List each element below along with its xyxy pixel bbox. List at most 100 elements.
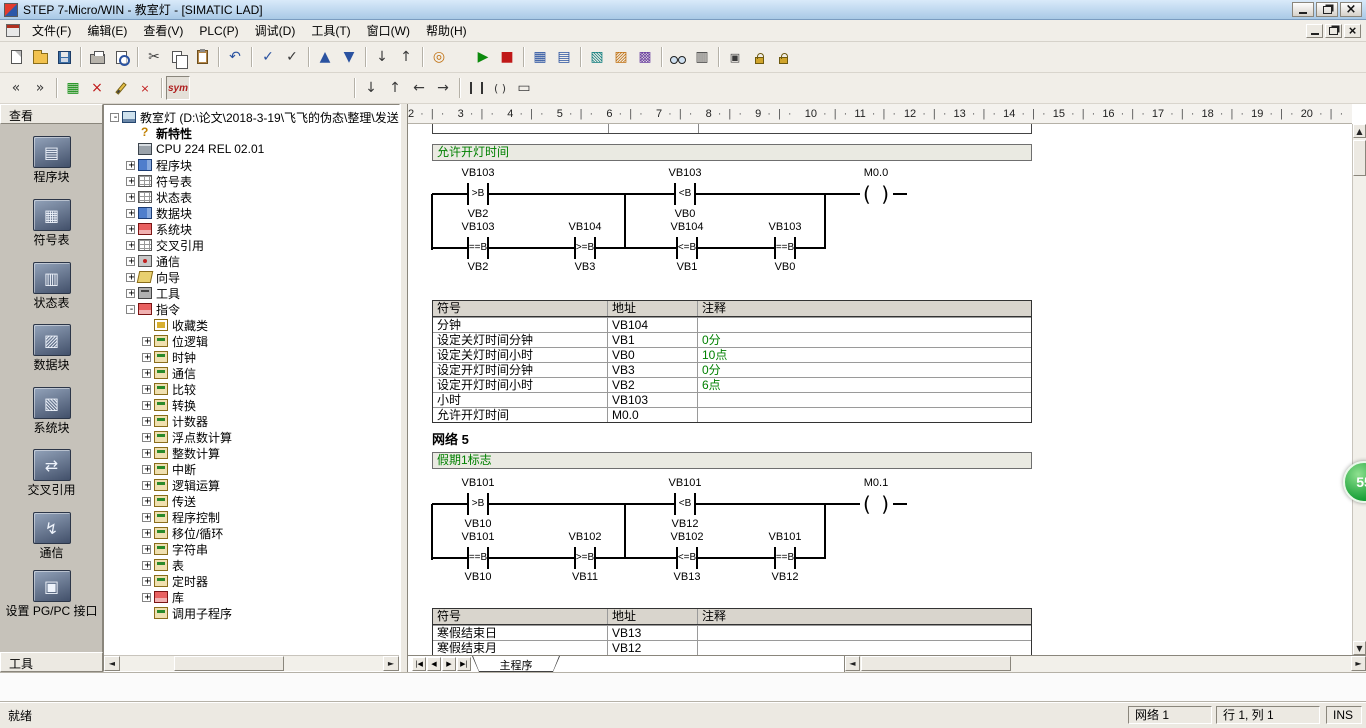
expand-icon[interactable] <box>142 561 151 570</box>
sort-descending-button[interactable]: ↑ <box>394 45 418 69</box>
tree-item-symbol-table[interactable]: 符号表 <box>126 173 192 189</box>
expand-icon[interactable] <box>142 529 151 538</box>
compare-contact[interactable]: <B <box>674 493 696 515</box>
line-right-button[interactable]: → <box>431 76 455 100</box>
bookmark-button[interactable]: ▣ <box>723 45 747 69</box>
minimize-button[interactable] <box>1292 2 1314 17</box>
status-chart-button[interactable]: ▧ <box>585 45 609 69</box>
sidebar-item-system-block[interactable]: 系统块 <box>0 387 103 445</box>
expand-icon[interactable] <box>126 257 135 266</box>
view-bar-header[interactable]: 查看 <box>0 104 103 124</box>
expand-icon[interactable] <box>126 273 135 282</box>
tree-item-integer-math[interactable]: 整数计算 <box>142 445 220 461</box>
expand-icon[interactable] <box>142 337 151 346</box>
expand-icon[interactable] <box>126 209 135 218</box>
insert-network-button[interactable]: ▦ <box>61 76 85 100</box>
menu-file[interactable]: 文件(F) <box>24 20 79 41</box>
tree-item-communications[interactable]: 通信 <box>126 253 180 269</box>
tree-item-counters[interactable]: 计数器 <box>142 413 208 429</box>
expand-icon[interactable] <box>142 513 151 522</box>
menu-plc[interactable]: PLC(P) <box>191 22 246 40</box>
output-coil[interactable] <box>860 493 892 515</box>
tree-item-call-subroutines[interactable]: 调用子程序 <box>142 605 232 621</box>
pause-status-button[interactable]: ▤ <box>552 45 576 69</box>
sidebar-item-communications[interactable]: 通信 <box>0 512 103 570</box>
tree-item-instructions[interactable]: 指令 <box>126 301 180 317</box>
menu-help[interactable]: 帮助(H) <box>418 20 475 41</box>
expand-icon[interactable] <box>142 465 151 474</box>
expand-icon[interactable] <box>126 161 135 170</box>
trend-view-button[interactable]: ▨ <box>609 45 633 69</box>
network-comment[interactable]: 允许开灯时间 <box>432 144 1032 161</box>
expand-icon[interactable] <box>126 289 135 298</box>
menu-debug[interactable]: 调试(D) <box>247 20 304 41</box>
collapse-icon[interactable] <box>110 113 119 122</box>
insert-contact-button[interactable] <box>464 76 488 100</box>
paste-button[interactable] <box>190 45 214 69</box>
tree-item-system-block[interactable]: 系统块 <box>126 221 192 237</box>
compare-contact[interactable]: >B <box>467 493 489 515</box>
expand-icon[interactable] <box>126 241 135 250</box>
menu-view[interactable]: 查看(V) <box>135 20 191 41</box>
expand-icon[interactable] <box>126 225 135 234</box>
symbolic-addressing-toggle[interactable]: sym <box>166 76 190 100</box>
expand-icon[interactable] <box>142 593 151 602</box>
child-minimize-button[interactable] <box>1306 24 1323 38</box>
menu-window[interactable]: 窗口(W) <box>359 20 418 41</box>
compare-contact[interactable]: >B <box>467 183 489 205</box>
open-file-button[interactable] <box>28 45 52 69</box>
last-tab-button[interactable]: ▶| <box>457 657 471 671</box>
tree-horizontal-scrollbar[interactable] <box>104 655 399 671</box>
cut-button[interactable]: ✂ <box>142 45 166 69</box>
collapse-icon[interactable] <box>126 305 135 314</box>
simatic-lad-icon[interactable] <box>6 24 20 37</box>
tree-item-interrupt[interactable]: 中断 <box>142 461 196 477</box>
tree-item-convert[interactable]: 转换 <box>142 397 196 413</box>
expand-icon[interactable] <box>142 481 151 490</box>
scroll-up-button[interactable] <box>1353 124 1366 138</box>
run-button[interactable]: ▶ <box>471 45 495 69</box>
scroll-right-button[interactable] <box>383 656 399 671</box>
expand-icon[interactable] <box>142 401 151 410</box>
sidebar-item-status-chart[interactable]: 状态表 <box>0 262 103 320</box>
tree-item-table[interactable]: 表 <box>142 557 184 573</box>
delete-network-button[interactable]: × <box>85 76 109 100</box>
compare-contact[interactable]: ==B <box>467 547 489 569</box>
program-status-button[interactable]: ▦ <box>528 45 552 69</box>
scroll-thumb[interactable] <box>1353 140 1366 176</box>
monitor-button[interactable] <box>666 45 690 69</box>
scroll-left-button[interactable] <box>845 656 860 671</box>
previous-network-button[interactable]: « <box>4 76 28 100</box>
compare-contact[interactable]: >=B <box>574 547 596 569</box>
sidebar-item-program-block[interactable]: 程序块 <box>0 136 103 194</box>
upload-button[interactable]: ▲ <box>313 45 337 69</box>
pane-splitter[interactable] <box>400 104 408 672</box>
chart-status-button[interactable]: ▥ <box>690 45 714 69</box>
menu-edit[interactable]: 编辑(E) <box>79 20 135 41</box>
expand-icon[interactable] <box>142 417 151 426</box>
download-button[interactable]: ▼ <box>337 45 361 69</box>
tree-root[interactable]: 教室灯 (D:\论文\2018-3-19\飞飞的伪态\整理\发送 <box>110 109 399 125</box>
vertical-scrollbar[interactable] <box>1352 124 1366 655</box>
scroll-down-button[interactable] <box>1353 641 1366 655</box>
restore-button[interactable] <box>1316 2 1338 17</box>
network-title[interactable]: 网络 5 <box>432 429 469 448</box>
line-up-button[interactable]: ↑ <box>383 76 407 100</box>
expand-icon[interactable] <box>142 385 151 394</box>
tree-item-wizards[interactable]: 向导 <box>126 269 180 285</box>
tree-item-clock[interactable]: 时钟 <box>142 349 196 365</box>
ladder-canvas[interactable]: 允许开灯时间 VB103 >B VB2 VB103 <B VB0 M0.0 VB… <box>408 124 1352 655</box>
expand-icon[interactable] <box>126 177 135 186</box>
child-close-button[interactable] <box>1344 24 1361 38</box>
expand-icon[interactable] <box>142 577 151 586</box>
compare-contact[interactable]: ==B <box>467 237 489 259</box>
tree-item-string[interactable]: 字符串 <box>142 541 208 557</box>
insert-coil-button[interactable]: ( ) <box>488 76 512 100</box>
tree-item-timers[interactable]: 定时器 <box>142 573 208 589</box>
network-comment[interactable]: 假期1标志 <box>432 452 1032 469</box>
tree-item-status-chart[interactable]: 状态表 <box>126 189 192 205</box>
expand-icon[interactable] <box>142 497 151 506</box>
tree-item-logical-operations[interactable]: 逻辑运算 <box>142 477 220 493</box>
undo-button[interactable]: ↶ <box>223 45 247 69</box>
expand-icon[interactable] <box>126 193 135 202</box>
